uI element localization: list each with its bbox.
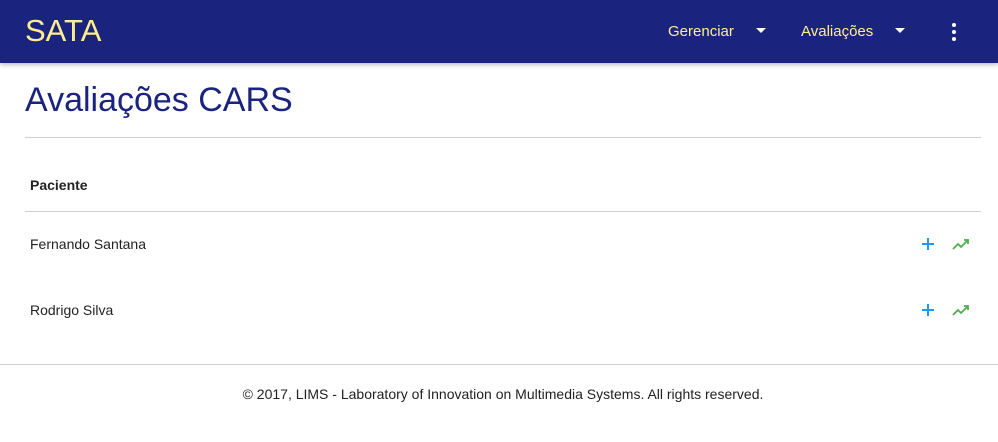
column-header-paciente: Paciente xyxy=(30,177,88,193)
title-divider xyxy=(25,137,981,138)
patient-name: Fernando Santana xyxy=(30,236,146,252)
footer-divider xyxy=(0,364,998,365)
add-icon[interactable] xyxy=(918,300,938,320)
caret-down-icon xyxy=(895,27,906,33)
menu-gerenciar[interactable]: Gerenciar xyxy=(668,20,766,44)
table-row: Fernando Santana xyxy=(25,212,981,278)
add-icon[interactable] xyxy=(918,234,938,254)
page-title: Avaliações CARS xyxy=(25,81,293,119)
table-row: Rodrigo Silva xyxy=(25,278,981,344)
more-vert-icon[interactable] xyxy=(944,20,964,44)
menu-avaliacoes-label: Avaliações xyxy=(801,23,874,40)
brand-logo[interactable]: SATA xyxy=(25,12,101,50)
top-navbar: SATA Gerenciar Avaliações xyxy=(0,0,998,63)
caret-down-icon xyxy=(755,27,766,33)
trending-up-icon[interactable] xyxy=(951,234,971,254)
menu-gerenciar-label: Gerenciar xyxy=(668,23,734,40)
trending-up-icon[interactable] xyxy=(951,300,971,320)
footer-copyright: © 2017, LIMS - Laboratory of Innovation … xyxy=(242,386,764,402)
menu-avaliacoes[interactable]: Avaliações xyxy=(801,20,906,44)
patient-name: Rodrigo Silva xyxy=(30,302,114,318)
